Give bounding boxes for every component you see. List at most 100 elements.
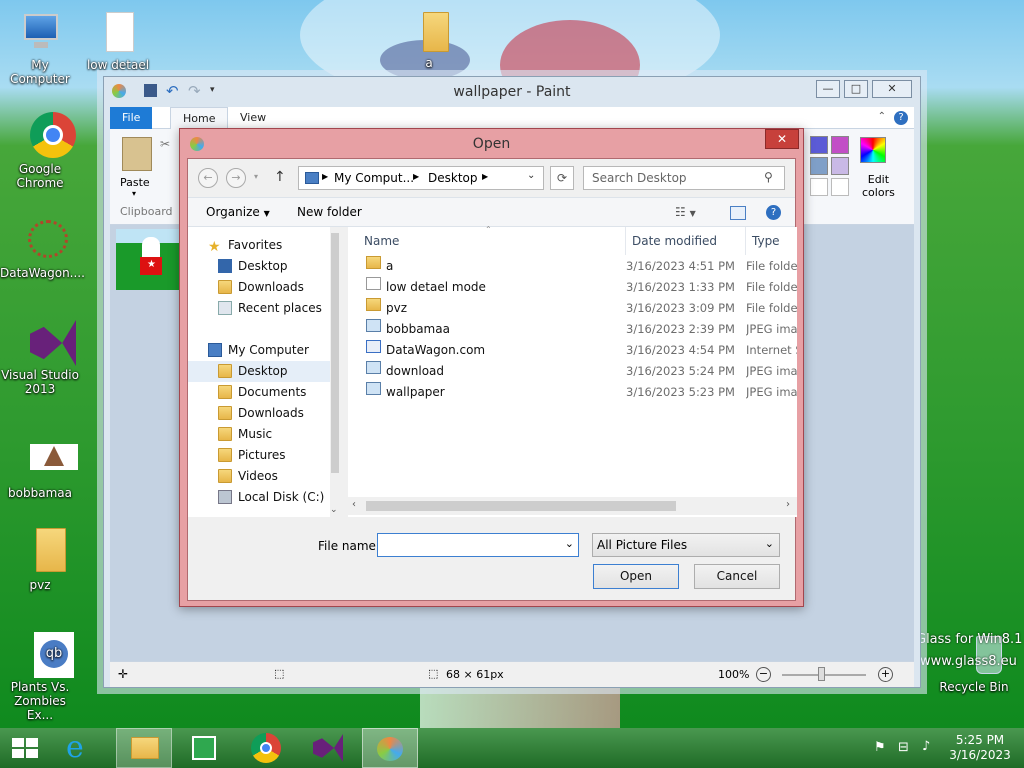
breadcrumb-separator-icon[interactable]: ▶ [482,172,488,181]
desktop-icon-a[interactable]: a [389,8,469,70]
close-button[interactable]: ✕ [872,80,912,98]
column-name[interactable]: Name [358,227,626,255]
color-swatch[interactable] [810,178,828,196]
search-input[interactable]: Search Desktop [583,166,785,190]
dialog-close-button[interactable]: ✕ [765,129,799,149]
search-icon[interactable]: ⚲ [764,170,773,184]
breadcrumb-separator-icon[interactable]: ▶ [322,172,328,181]
paste-icon[interactable] [122,137,152,171]
horizontal-scrollbar[interactable]: ‹ › [348,497,797,515]
address-dropdown-icon[interactable]: ⌄ [527,170,535,181]
horizontal-scrollbar-thumb[interactable] [366,501,676,511]
color-swatch[interactable] [810,136,828,154]
nav-fav-recent-places[interactable]: Recent places [218,298,362,319]
paste-label[interactable]: Paste [120,176,150,189]
file-type-select[interactable]: All Picture Files ⌄ [592,533,780,557]
taskbar-internet-explorer[interactable]: e [56,728,112,768]
nav-scrollbar-thumb[interactable] [331,233,339,473]
nav-documents[interactable]: Documents [218,382,362,403]
zoom-out-button[interactable]: − [756,667,771,682]
taskbar-file-explorer[interactable] [116,728,172,768]
address-bar[interactable]: ▶ My Comput... ▶ Desktop ▶ ⌄ [298,166,544,190]
scroll-left-icon[interactable]: ‹ [352,499,356,510]
desktop-icon-low-detael[interactable]: low detael [78,10,158,72]
file-row[interactable]: bobbamaa 3/16/2023 2:39 PM JPEG image [348,319,797,340]
color-swatch[interactable] [831,178,849,196]
help-icon[interactable]: ? [766,205,781,220]
volume-icon[interactable]: ♪ [922,739,930,754]
desktop-icon-google-chrome[interactable]: Google Chrome [0,110,80,190]
filename-dropdown-icon[interactable]: ⌄ [565,537,574,550]
color-swatch[interactable] [831,157,849,175]
breadcrumb-my-computer[interactable]: My Comput... [334,171,414,185]
nav-fav-desktop[interactable]: Desktop [218,256,362,277]
view-options-icon[interactable]: ☷ ▼ [675,205,696,219]
recent-places-icon [218,301,232,315]
cancel-button[interactable]: Cancel [694,564,780,589]
desktop-icon-datawagon[interactable]: DataWagon.... [0,218,85,280]
file-row[interactable]: low detael mode 3/16/2023 1:33 PM File fol… [348,277,797,298]
taskbar-visual-studio[interactable] [300,728,356,768]
scroll-down-icon[interactable]: ⌄ [330,505,338,515]
breadcrumb-desktop[interactable]: Desktop [428,171,478,185]
nav-pictures[interactable]: Pictures [218,445,362,466]
column-date-modified[interactable]: Date modified [626,227,746,255]
column-type[interactable]: Type [746,227,797,255]
file-type: File folder [746,259,797,273]
image-canvas[interactable]: ★ [116,229,184,290]
taskbar-paint[interactable] [362,728,418,768]
tab-file[interactable]: File [110,107,153,129]
color-swatch[interactable] [831,136,849,154]
maximize-button[interactable]: □ [844,80,868,98]
tab-home[interactable]: Home [170,107,229,129]
nav-desktop-selected[interactable]: Desktop [188,361,334,382]
paint-titlebar[interactable]: ↶ ↷ ▾ wallpaper - Paint — □ ✕ [104,77,920,107]
color-swatch[interactable] [810,157,828,175]
file-name: DataWagon.com [386,343,486,357]
edit-colors-icon[interactable] [860,137,886,163]
network-icon[interactable]: ⊟ [898,740,909,755]
tab-view[interactable]: View [228,107,278,129]
nav-downloads[interactable]: Downloads [218,403,362,424]
nav-fav-downloads[interactable]: Downloads [218,277,362,298]
desktop-icon-visual-studio[interactable]: Visual Studio 2013 [0,320,80,396]
new-folder-button[interactable]: New folder [297,205,362,219]
help-icon[interactable]: ? [894,111,908,125]
nav-music[interactable]: Music [218,424,362,445]
preview-pane-icon[interactable] [730,206,746,220]
desktop-icon-bobbamaa[interactable]: bobbamaa [0,438,80,500]
ribbon-collapse-icon[interactable]: ⌃ [878,111,886,122]
edit-colors-button[interactable]: Edit colors [862,173,895,199]
scroll-right-icon[interactable]: › [786,499,790,510]
file-row[interactable]: wallpaper 3/16/2023 5:23 PM JPEG image [348,382,797,403]
cut-icon[interactable]: ✂ [160,137,170,151]
file-row[interactable]: a 3/16/2023 4:51 PM File folder [348,256,797,277]
open-button[interactable]: Open [593,564,679,589]
nav-videos[interactable]: Videos [218,466,362,487]
file-row[interactable]: download 3/16/2023 5:24 PM JPEG image [348,361,797,382]
refresh-button[interactable]: ⟳ [550,166,574,190]
desktop-icon-plants-vs-zombies[interactable]: qb Plants Vs. Zombies Ex... [0,632,80,722]
desktop-icon-my-computer[interactable]: My Computer [0,10,80,86]
desktop-icon-pvz[interactable]: pvz [0,528,80,592]
zoom-slider-thumb[interactable] [818,667,825,681]
taskbar-store[interactable] [176,728,232,768]
start-button[interactable] [0,728,56,768]
clock[interactable]: 5:25 PM 3/16/2023 [940,733,1020,763]
nav-local-disk[interactable]: Local Disk (C:) [218,487,362,508]
up-button[interactable]: ↑ [274,169,286,185]
organize-button[interactable]: Organize ▼ [206,205,270,219]
taskbar-chrome[interactable] [238,728,294,768]
zoom-in-button[interactable]: + [878,667,893,682]
file-row[interactable]: DataWagon.com 3/16/2023 4:54 PM Internet S… [348,340,797,361]
minimize-button[interactable]: — [816,80,840,98]
filename-input[interactable]: ⌄ [377,533,579,557]
recent-locations-icon[interactable]: ▾ [254,172,258,181]
action-center-flag-icon[interactable]: ⚑ [874,740,886,755]
nav-scrollbar[interactable]: ⌄ [330,227,340,517]
breadcrumb-separator-icon[interactable]: ▶ [413,172,419,181]
forward-button[interactable]: → [226,168,246,188]
file-row[interactable]: pvz 3/16/2023 3:09 PM File folder [348,298,797,319]
back-button[interactable]: ← [198,168,218,188]
paste-dropdown-icon[interactable]: ▾ [132,189,136,198]
